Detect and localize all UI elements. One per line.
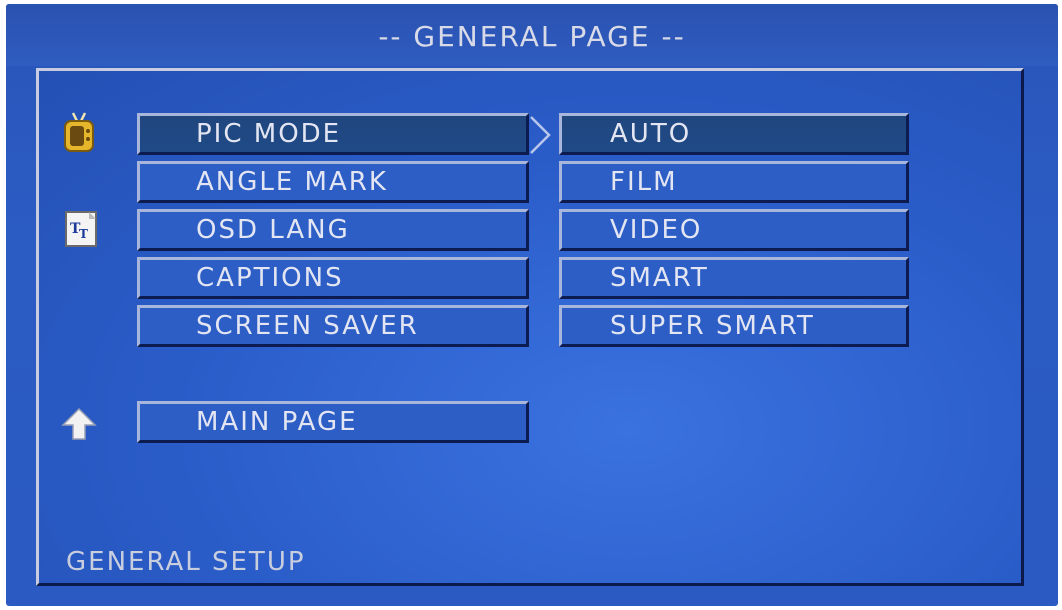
page-title: -- GENERAL PAGE -- [378,20,686,53]
menu-item-captions[interactable]: CAPTIONS [137,257,529,299]
option-label: VIDEO [610,215,703,245]
option-label: FILM [610,167,678,197]
menu-item-label: SCREEN SAVER [196,311,419,341]
settings-panel: T T PIC MODE ANGLE MARK OSD LANG CAPTION… [36,68,1024,586]
option-label: AUTO [610,119,692,149]
menu-item-label: CAPTIONS [196,263,344,293]
option-label: SUPER SMART [610,311,815,341]
chevron-right-icon [529,115,553,155]
option-film[interactable]: FILM [559,161,909,203]
menu-item-label: OSD LANG [196,215,350,245]
menu-item-label: ANGLE MARK [196,167,388,197]
menu-item-screen-saver[interactable]: SCREEN SAVER [137,305,529,347]
menu-item-angle-mark[interactable]: ANGLE MARK [137,161,529,203]
main-page-label: MAIN PAGE [196,407,358,437]
menu-item-label: PIC MODE [196,119,342,149]
osd-screen: -- GENERAL PAGE -- T T PIC MODE ANGLE MA… [6,4,1058,606]
menu-item-pic-mode[interactable]: PIC MODE [137,113,529,155]
tv-icon [61,111,97,155]
option-smart[interactable]: SMART [559,257,909,299]
header-bar: -- GENERAL PAGE -- [6,4,1058,66]
option-label: SMART [610,263,709,293]
option-auto[interactable]: AUTO [559,113,909,155]
option-super-smart[interactable]: SUPER SMART [559,305,909,347]
main-page-button[interactable]: MAIN PAGE [137,401,529,443]
text-settings-icon: T T [65,211,97,247]
up-arrow-icon [61,407,97,441]
menu-item-osd-lang[interactable]: OSD LANG [137,209,529,251]
option-video[interactable]: VIDEO [559,209,909,251]
svg-text:T: T [79,227,88,241]
footer-status: GENERAL SETUP [66,547,306,577]
